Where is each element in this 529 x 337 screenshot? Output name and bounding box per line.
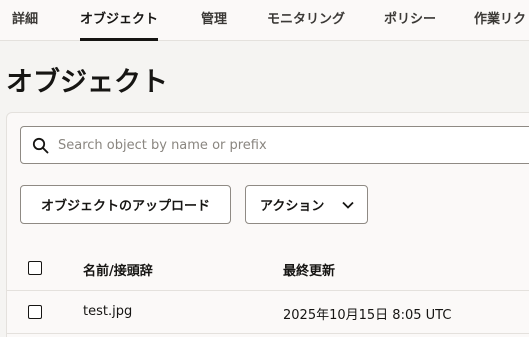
tab-details[interactable]: 詳細 bbox=[12, 0, 38, 41]
row-divider bbox=[7, 333, 529, 334]
upload-objects-label: オブジェクトのアップロード bbox=[40, 199, 210, 214]
tab-monitoring[interactable]: モニタリング bbox=[267, 0, 345, 41]
tab-bar: 詳細 オブジェクト 管理 モニタリング ポリシー 作業リク bbox=[0, 0, 529, 41]
object-storage-page: 詳細 オブジェクト 管理 モニタリング ポリシー 作業リク オブジェクト オブジ… bbox=[0, 0, 529, 337]
actions-menu-button[interactable]: アクション bbox=[245, 185, 368, 224]
select-all-checkbox[interactable] bbox=[28, 261, 42, 275]
object-name-link[interactable]: test.jpg bbox=[83, 304, 132, 319]
actions-label: アクション bbox=[260, 199, 325, 214]
search-box[interactable] bbox=[20, 126, 529, 164]
row-select-checkbox[interactable] bbox=[28, 305, 42, 319]
object-last-modified: 2025年10月15日 8:05 UTC bbox=[283, 308, 452, 323]
search-input[interactable] bbox=[58, 127, 528, 163]
tab-policies[interactable]: ポリシー bbox=[384, 0, 436, 41]
chevron-down-icon bbox=[342, 201, 354, 209]
search-icon bbox=[32, 137, 49, 154]
column-header-last-modified[interactable]: 最終更新 bbox=[283, 260, 335, 279]
page-title: オブジェクト bbox=[6, 67, 168, 98]
tab-management[interactable]: 管理 bbox=[201, 0, 227, 41]
upload-objects-button[interactable]: オブジェクトのアップロード bbox=[20, 185, 231, 224]
header-divider bbox=[7, 290, 529, 291]
tab-work-requests[interactable]: 作業リク bbox=[474, 0, 526, 41]
column-header-name[interactable]: 名前/接頭辞 bbox=[83, 260, 153, 279]
tab-objects[interactable]: オブジェクト bbox=[80, 0, 159, 41]
